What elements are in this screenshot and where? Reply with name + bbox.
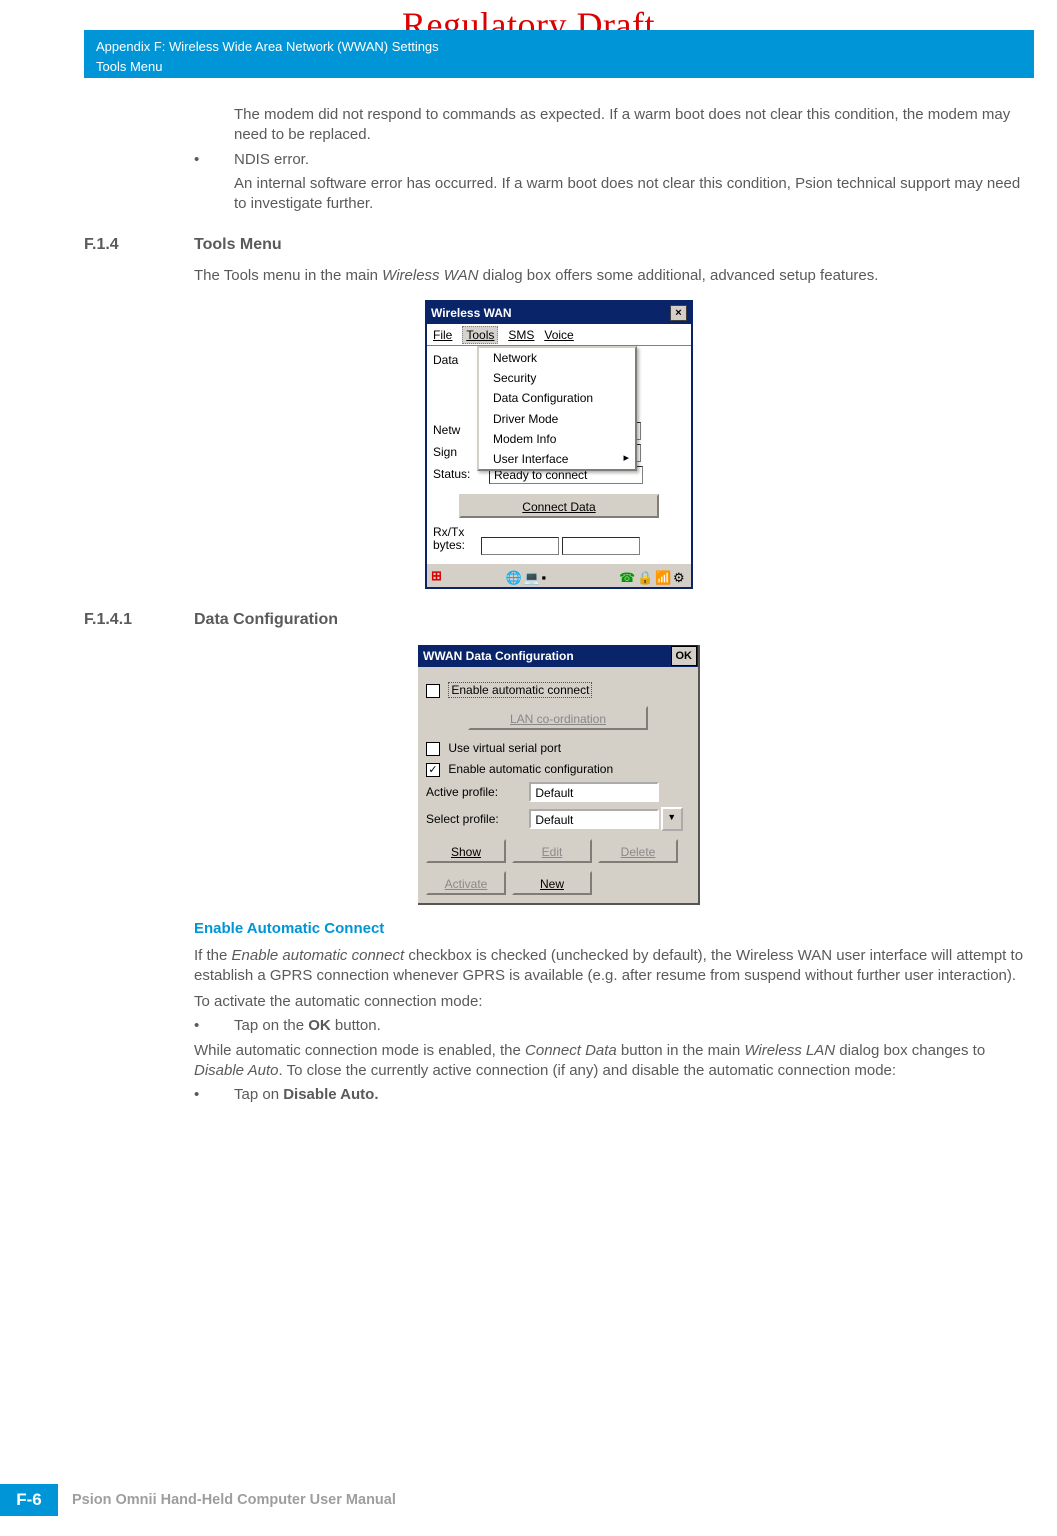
menu-file[interactable]: File [433,327,452,343]
txt: button. [331,1017,381,1034]
menu-voice[interactable]: Voice [544,327,573,343]
titlebar: Wireless WAN × [427,302,691,324]
checkbox-auto-config[interactable]: ✓ [426,763,440,777]
txt: The Tools menu in the main [194,267,382,284]
tray-icon[interactable]: ▪ [541,569,555,583]
footer: F-6 Psion Omnii Hand-Held Computer User … [0,1484,520,1516]
system-tray: 🌐 💻 ▪ [505,569,555,583]
bullet-dot: • [194,1016,234,1036]
txt-em: Connect Data [525,1042,617,1059]
menu-item[interactable]: Security [479,368,635,388]
sec-f14-title: Tools Menu [194,234,282,256]
taskbar: ⊞ 🌐 💻 ▪ ☎ 🔒 📶 ⚙ [427,563,691,587]
label-auto-connect: Enable automatic connect [448,682,592,698]
system-tray-right: ☎ 🔒 📶 ⚙ [619,569,687,583]
ok-button[interactable]: OK [671,646,698,666]
new-button[interactable]: New [512,871,592,895]
txt: If the [194,947,232,964]
txt-em: Wireless LAN [744,1042,835,1059]
delete-button: Delete [598,839,678,863]
tray-icon[interactable]: 💻 [523,569,537,583]
page-content: The modem did not respond to commands as… [84,105,1034,1109]
window-title: Wireless WAN [431,305,512,321]
menu-item[interactable]: Modem Info [479,429,635,449]
sec-f141-title: Data Configuration [194,609,338,631]
label-data: Data [433,352,481,368]
start-icon[interactable]: ⊞ [431,567,442,585]
intro-p2: An internal software error has occurred.… [234,174,1034,215]
txt-em: Enable automatic connect [232,947,405,964]
txt-b: Disable Auto. [283,1086,378,1103]
txt-b: OK [308,1017,331,1034]
label-rxtx: Rx/Tx bytes: [433,526,481,552]
menubar: File Tools SMS Voice [427,324,691,346]
txt: Tap on the [234,1017,308,1034]
txt: dialog box offers some additional, advan… [478,267,878,284]
enable-auto-p3: While automatic connection mode is enabl… [194,1041,1034,1082]
show-button[interactable]: Show [426,839,506,863]
label-vserial: Use virtual serial port [448,741,561,755]
label-netw: Netw [433,422,481,438]
txt: Tap on [234,1086,283,1103]
edit-button: Edit [512,839,592,863]
page-number: F-6 [0,1484,58,1516]
header-bar: Appendix F: Wireless Wide Area Network (… [84,30,1034,78]
checkbox-auto-connect[interactable] [426,684,440,698]
sec-f14-desc: The Tools menu in the main Wireless WAN … [194,266,1034,286]
wwan-data-config-window: WWAN Data Configuration OK Enable automa… [418,645,700,906]
label-active-profile: Active profile: [426,784,526,800]
row-auto-connect: Enable automatic connect [426,682,690,698]
checkbox-vserial[interactable] [426,742,440,756]
menu-sms[interactable]: SMS [508,327,534,343]
txt-em: Disable Auto [194,1062,279,1079]
enable-auto-heading: Enable Automatic Connect [194,919,1034,939]
menu-item[interactable]: User Interface [479,449,635,469]
tx-field [562,537,640,555]
select-profile-combo[interactable]: Default [529,809,659,829]
window-title: WWAN Data Configuration [423,648,574,664]
enable-auto-p1: If the Enable automatic connect checkbox… [194,946,1034,987]
bullet-dot: • [194,150,234,170]
titlebar: WWAN Data Configuration OK [418,645,698,667]
sec-f14-num: F.1.4 [84,234,194,256]
txt: button in the main [617,1042,745,1059]
activate-button: Activate [426,871,506,895]
bullet-disable-auto: Tap on Disable Auto. [234,1085,379,1105]
menu-tools[interactable]: Tools [462,326,498,344]
label-select-profile: Select profile: [426,811,526,827]
tray-icon[interactable]: ⚙ [673,569,687,583]
connect-data-button[interactable]: Connect Data [459,494,659,518]
active-profile-field: Default [529,782,659,802]
label-auto-config: Enable automatic configuration [448,762,613,776]
lan-coordination-button: LAN co-ordination [468,706,648,730]
txt: . To close the currently active connecti… [279,1062,897,1079]
bullet-dot: • [194,1085,234,1105]
tray-icon[interactable]: 🔒 [637,569,651,583]
enable-auto-p2: To activate the automatic connection mod… [194,992,1034,1012]
txt: While automatic connection mode is enabl… [194,1042,525,1059]
tray-icon[interactable]: 🌐 [505,569,519,583]
bullet-ok: Tap on the OK button. [234,1016,381,1036]
menu-item[interactable]: Network [479,348,635,368]
menu-item[interactable]: Data Configuration [479,388,635,408]
footer-text: Psion Omnii Hand-Held Computer User Manu… [72,1492,396,1508]
rx-field [481,537,559,555]
header-line1: Appendix F: Wireless Wide Area Network (… [96,37,1022,57]
header-line2: Tools Menu [96,57,1022,77]
menu-item[interactable]: Driver Mode [479,409,635,429]
sec-f141-num: F.1.4.1 [84,609,194,631]
txt-em: Wireless WAN [382,267,478,284]
intro-bullet: NDIS error. [234,150,309,170]
signal-icon[interactable]: 📶 [655,569,669,583]
wireless-wan-window: Wireless WAN × File Tools SMS Voice Netw… [425,300,693,589]
intro-p1: The modem did not respond to commands as… [234,105,1034,146]
close-icon[interactable]: × [670,305,687,321]
label-sign: Sign [433,444,481,460]
tray-icon[interactable]: ☎ [619,569,633,583]
tools-dropdown: Network Security Data Configuration Driv… [477,346,637,471]
txt: dialog box changes to [835,1042,985,1059]
